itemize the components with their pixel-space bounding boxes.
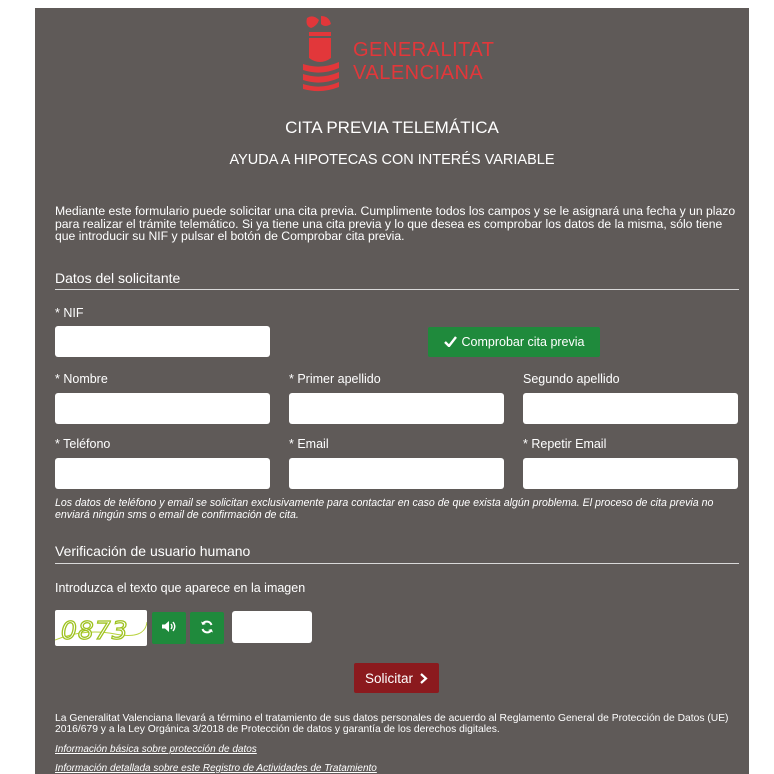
refresh-icon	[201, 620, 213, 633]
chevron-right-icon	[420, 672, 428, 684]
privacy-detail-link[interactable]: Información detallada sobre este Registr…	[55, 763, 377, 774]
speaker-icon	[162, 621, 176, 632]
logo-text-line2: VALENCIANA	[353, 62, 484, 84]
intro-text: Mediante este formulario puede solicitar…	[55, 204, 736, 243]
generalitat-logo: GENERALITAT VALENCIANA	[299, 14, 499, 94]
check-appointment-button[interactable]: Comprobar cita previa	[428, 327, 600, 357]
page-subtitle: AYUDA A HIPOTECAS CON INTERÉS VARIABLE	[229, 152, 555, 168]
captcha-audio-button[interactable]	[152, 612, 186, 644]
privacy-footer-text: La Generalitat Valenciana llevará a térm…	[55, 713, 729, 735]
captcha-instruction: Introduzca el texto que aparece en la im…	[55, 581, 306, 595]
captcha-text: 0873	[61, 616, 129, 645]
check-icon	[443, 336, 457, 348]
primer-apellido-label: * Primer apellido	[289, 372, 381, 386]
section-divider	[55, 289, 739, 290]
repetir-email-label: * Repetir Email	[523, 437, 607, 451]
captcha-input[interactable]	[232, 611, 312, 643]
email-label: * Email	[289, 437, 329, 451]
primer-apellido-input[interactable]	[289, 393, 504, 424]
solicitar-button[interactable]: Solicitar	[354, 663, 439, 693]
solicitar-button-label: Solicitar	[364, 670, 413, 686]
contact-note: Los datos de teléfono y email se solicit…	[55, 497, 714, 521]
nombre-label: * Nombre	[55, 372, 108, 386]
email-input[interactable]	[289, 458, 504, 489]
repetir-email-input[interactable]	[523, 458, 738, 489]
segundo-apellido-input[interactable]	[523, 393, 738, 424]
captcha-image: 0873	[55, 610, 147, 646]
check-button-label: Comprobar cita previa	[461, 335, 585, 349]
page-title: CITA PREVIA TELEMÁTICA	[285, 118, 499, 137]
segundo-apellido-label: Segundo apellido	[523, 372, 620, 386]
nombre-input[interactable]	[55, 393, 270, 424]
captcha-refresh-button[interactable]	[190, 612, 224, 644]
logo-text-line1: GENERALITAT	[353, 39, 495, 61]
nif-label: * NIF	[55, 306, 84, 320]
nif-input[interactable]	[55, 326, 270, 357]
section-divider	[55, 563, 739, 564]
logo-emblem-icon	[303, 16, 339, 92]
privacy-basic-link[interactable]: Información básica sobre protección de d…	[55, 744, 257, 755]
verification-section-title: Verificación de usuario humano	[55, 543, 251, 559]
applicant-section-title: Datos del solicitante	[55, 270, 181, 286]
form-panel: GENERALITAT VALENCIANA CITA PREVIA TELEM…	[35, 8, 749, 774]
telefono-input[interactable]	[55, 458, 270, 489]
telefono-label: * Teléfono	[55, 437, 111, 451]
